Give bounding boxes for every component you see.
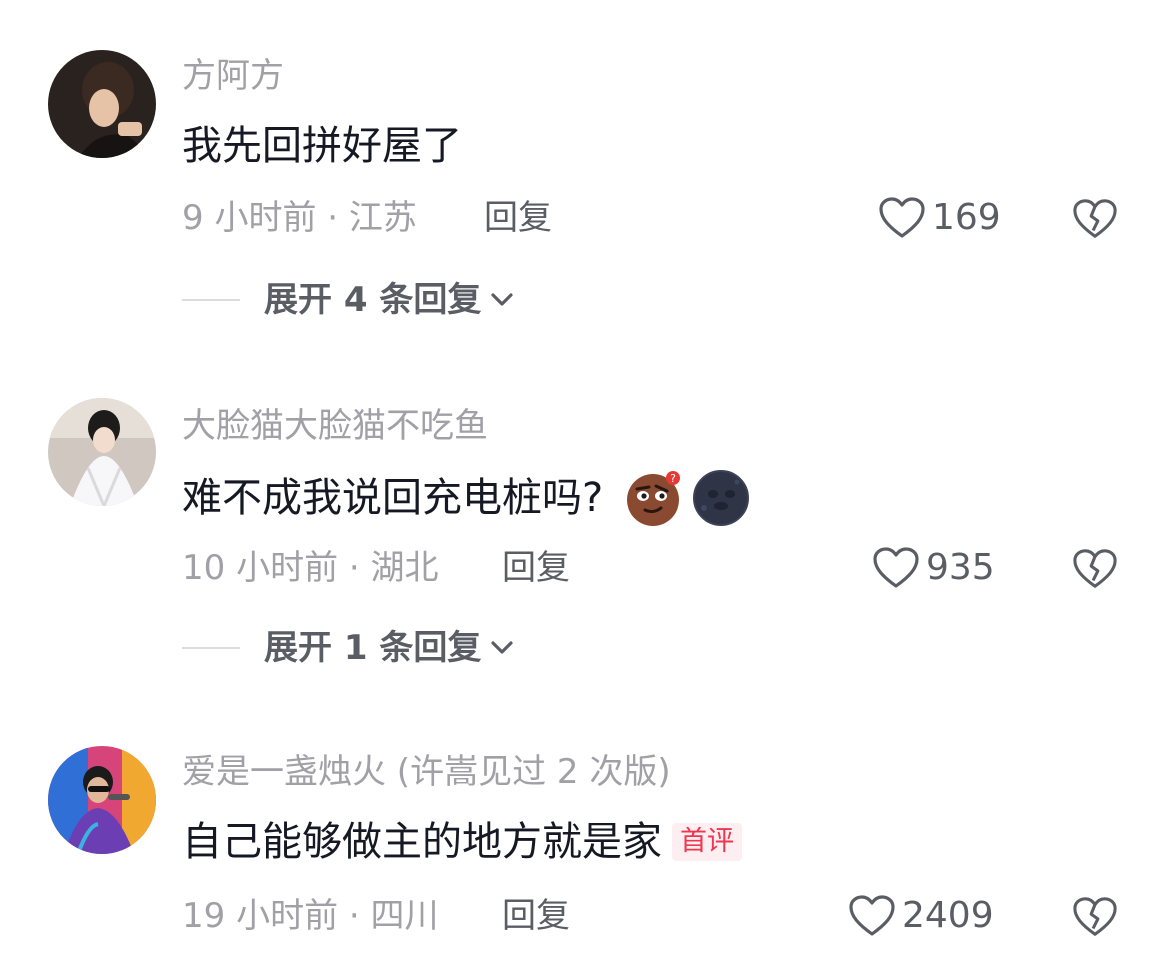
comment-text: 自己能够做主的地方就是家 首评: [182, 818, 742, 866]
comment-username[interactable]: 爱是一盏烛火 (许嵩见过 2 次版): [182, 752, 671, 792]
reply-button[interactable]: 回复: [502, 896, 570, 936]
comment-text-body: 自己能够做主的地方就是家: [182, 819, 662, 865]
like-button[interactable]: 2409: [848, 894, 994, 938]
broken-heart-icon[interactable]: [1072, 894, 1118, 940]
first-comment-badge: 首评: [672, 823, 742, 861]
comment-meta: 19 小时前 · 四川: [182, 896, 439, 936]
comment-item: 爱是一盏烛火 (许嵩见过 2 次版) 自己能够做主的地方就是家 首评 19 小时…: [0, 0, 1169, 960]
avatar[interactable]: [48, 746, 156, 854]
like-count: 2409: [902, 895, 994, 936]
heart-outline-icon: [849, 895, 895, 936]
